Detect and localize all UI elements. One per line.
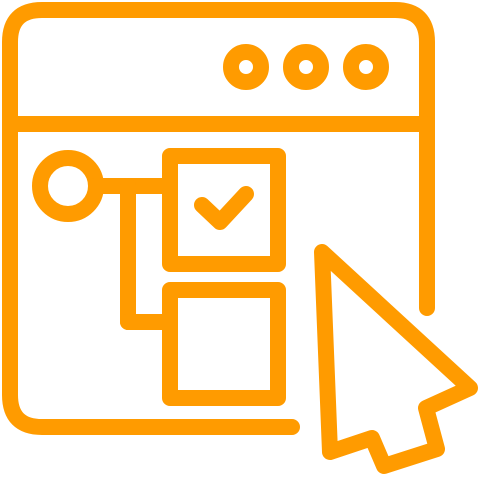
window-dot-icon (223, 44, 269, 90)
window-dot-icon (283, 44, 329, 90)
cursor-arrow-icon (314, 244, 478, 474)
checkbox-empty-icon (162, 282, 286, 406)
checkmark-icon (194, 186, 254, 230)
tree-root-node-icon (32, 150, 104, 222)
icon-canvas (0, 0, 480, 480)
window-dot-icon (343, 44, 389, 90)
browser-window-checklist-cursor-icon (2, 2, 478, 474)
